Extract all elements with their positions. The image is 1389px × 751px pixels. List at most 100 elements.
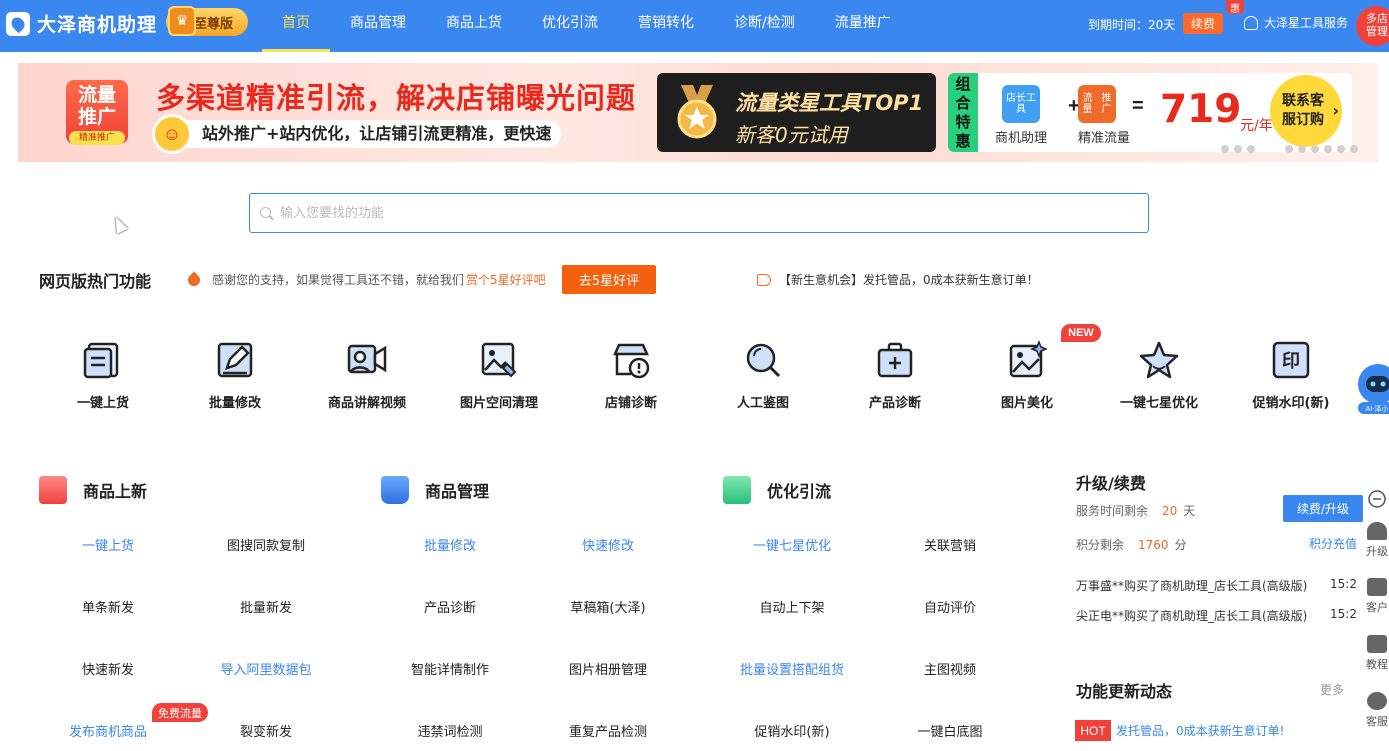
points-unit: 分 xyxy=(1174,538,1187,552)
link-publish-opportunity[interactable]: 发布商机商品 xyxy=(33,721,183,740)
tool-product-diagnosis[interactable]: 产品诊断 xyxy=(840,340,950,411)
link-auto-review[interactable]: 自动评价 xyxy=(875,597,1025,616)
link-white-background[interactable]: 一键白底图 xyxy=(875,721,1025,740)
update-link[interactable]: 发托管品，0成本获新生意订单! xyxy=(1116,722,1284,739)
tool-manual-image-check[interactable]: 人工鉴图 xyxy=(708,340,818,411)
link-album-management[interactable]: 图片相册管理 xyxy=(533,659,683,678)
points-value: 1760 xyxy=(1138,538,1169,552)
side-customer[interactable]: 客户 xyxy=(1362,578,1389,615)
shopping-bag-icon xyxy=(381,476,409,504)
link-duplicate-check[interactable]: 重复产品检测 xyxy=(533,721,683,740)
link-quick-edit[interactable]: 快速修改 xyxy=(533,535,683,554)
five-star-rating-button[interactable]: 去5星好评 xyxy=(562,265,656,294)
link-drafts[interactable]: 草稿箱(大泽) xyxy=(533,597,683,616)
tool-seven-star-optimize[interactable]: 一键七星优化 xyxy=(1104,340,1214,411)
side-tutorial[interactable]: 教程 xyxy=(1362,635,1389,672)
link-quick-new[interactable]: 快速新发 xyxy=(33,659,183,678)
carousel-dot[interactable] xyxy=(1247,145,1255,153)
side-label: 客服 xyxy=(1366,715,1388,728)
link-image-search-copy[interactable]: 图搜同款复制 xyxy=(191,535,341,554)
side-service[interactable]: 客服 xyxy=(1362,692,1389,729)
promo-banner[interactable]: 流量 推广 精准推广 多渠道精准引流，解决店铺曝光问题 站外推广+站内优化，让店… xyxy=(18,63,1378,162)
combo-item-assistant: 店长工具 商机助理 xyxy=(986,85,1056,146)
points-recharge-link[interactable]: 积分充值 xyxy=(1309,535,1357,552)
link-one-click-upload[interactable]: 一键上货 xyxy=(33,535,183,554)
tool-promo-watermark[interactable]: 印 促销水印(新) xyxy=(1236,340,1346,411)
link-batch-new[interactable]: 批量新发 xyxy=(191,597,341,616)
link-auto-listing[interactable]: 自动上下架 xyxy=(717,597,867,616)
carousel-dot[interactable] xyxy=(1311,145,1319,153)
logo-icon xyxy=(6,11,30,36)
nav-diagnosis[interactable]: 诊断/检测 xyxy=(714,0,815,52)
carousel-dot[interactable] xyxy=(1337,145,1345,153)
rating-prompt: 感谢您的支持，如果觉得工具还不错，就给我们 赏个5星好评吧 xyxy=(185,271,546,288)
link-batch-bundle[interactable]: 批量设置搭配组货 xyxy=(717,659,867,678)
edit-pencil-icon xyxy=(217,342,253,378)
renew-button[interactable]: 续费 xyxy=(1183,13,1223,34)
tool-label: 人工鉴图 xyxy=(736,396,789,411)
account-menu[interactable]: 大泽星工具服务 xyxy=(1244,14,1348,31)
document-list-icon xyxy=(83,342,119,379)
link-import-ali-package[interactable]: 导入阿里数据包 xyxy=(191,659,341,678)
tool-store-diagnosis[interactable]: 店铺诊断 xyxy=(576,340,686,411)
ai-assistant-icon[interactable]: AI·泽小 xyxy=(1356,360,1389,416)
side-upgrade[interactable]: 升级 xyxy=(1362,522,1389,559)
purchase-feed-time: 15:2 xyxy=(1330,577,1357,591)
image-sparkle-icon xyxy=(1009,340,1047,378)
tool-image-space-clean[interactable]: 图片空间清理 xyxy=(444,340,554,411)
points-remaining: 积分剩余 1760 分 xyxy=(1076,536,1187,553)
multi-store-label-1: 多店 xyxy=(1366,12,1388,25)
magnifier-icon xyxy=(746,343,781,378)
carousel-dot[interactable] xyxy=(1221,145,1229,153)
nav-traffic-promotion[interactable]: 流量推广 xyxy=(815,0,911,52)
link-fission-new[interactable]: 裂变新发 xyxy=(191,721,341,740)
carousel-dot[interactable] xyxy=(1298,145,1306,153)
speaker-icon xyxy=(757,273,771,286)
tool-label: 店铺诊断 xyxy=(604,396,657,411)
tool-one-click-upload[interactable]: 一键上货 xyxy=(48,340,158,411)
link-seven-star[interactable]: 一键七星优化 xyxy=(717,535,867,554)
tool-image-beautify[interactable]: 图片美化 xyxy=(972,340,1082,411)
notice-text: 【新生意机会】发托管品，0成本获新生意订单！ xyxy=(779,273,1039,287)
combo-tag-char: 合 xyxy=(955,94,971,112)
book-icon xyxy=(1367,635,1387,653)
link-product-diagnosis[interactable]: 产品诊断 xyxy=(375,597,525,616)
multi-store-button[interactable]: 多店 管理 xyxy=(1356,6,1389,46)
side-label: 教程 xyxy=(1366,658,1388,671)
search-input[interactable] xyxy=(280,203,1130,223)
carousel-dot[interactable] xyxy=(1324,145,1332,153)
app-logo[interactable]: 大泽商机助理 xyxy=(6,10,157,37)
nav-product-upload[interactable]: 商品上货 xyxy=(426,0,522,52)
more-link[interactable]: 更多 xyxy=(1320,681,1344,698)
carousel-dot[interactable] xyxy=(1234,145,1242,153)
hot-functions-title: 网页版热门功能 xyxy=(39,272,152,291)
function-search xyxy=(249,193,1149,233)
carousel-dot[interactable] xyxy=(1350,145,1358,153)
tool-product-video[interactable]: 商品讲解视频 xyxy=(312,340,422,411)
link-batch-edit[interactable]: 批量修改 xyxy=(375,535,525,554)
link-main-video[interactable]: 主图视频 xyxy=(875,659,1025,678)
tool-label: 图片美化 xyxy=(1000,396,1053,411)
side-collapse[interactable] xyxy=(1362,489,1389,512)
opportunity-notice[interactable]: 【新生意机会】发托管品，0成本获新生意订单！ xyxy=(757,271,1039,288)
tool-label: 促销水印(新) xyxy=(1252,396,1330,411)
link-banned-words[interactable]: 违禁词检测 xyxy=(375,721,525,740)
traffic-promo-badge: 流量 推广 精准推广 xyxy=(66,80,128,145)
nav-home[interactable]: 首页 xyxy=(262,0,330,52)
renew-upgrade-button[interactable]: 续费/升级 xyxy=(1283,495,1363,522)
crown-icon: ♛ xyxy=(168,6,196,36)
nav-product-management[interactable]: 商品管理 xyxy=(330,0,426,52)
tool-batch-edit[interactable]: 批量修改 xyxy=(180,340,290,411)
link-promo-watermark[interactable]: 促销水印(新) xyxy=(717,721,867,740)
medical-kit-icon xyxy=(877,342,913,378)
badge-title-1: 流量 xyxy=(77,84,116,106)
link-single-new[interactable]: 单条新发 xyxy=(33,597,183,616)
link-related-marketing[interactable]: 关联营销 xyxy=(875,535,1025,554)
link-smart-detail[interactable]: 智能详情制作 xyxy=(375,659,525,678)
carousel-dot[interactable] xyxy=(1285,145,1293,153)
contact-buy-button[interactable]: 联系客 服订购 › xyxy=(1270,75,1342,147)
edition-badge: ♛ 至尊版 xyxy=(166,6,248,36)
equals-sign: = xyxy=(1132,95,1144,117)
nav-optimize-traffic[interactable]: 优化引流 xyxy=(522,0,618,52)
nav-marketing[interactable]: 营销转化 xyxy=(618,0,714,52)
